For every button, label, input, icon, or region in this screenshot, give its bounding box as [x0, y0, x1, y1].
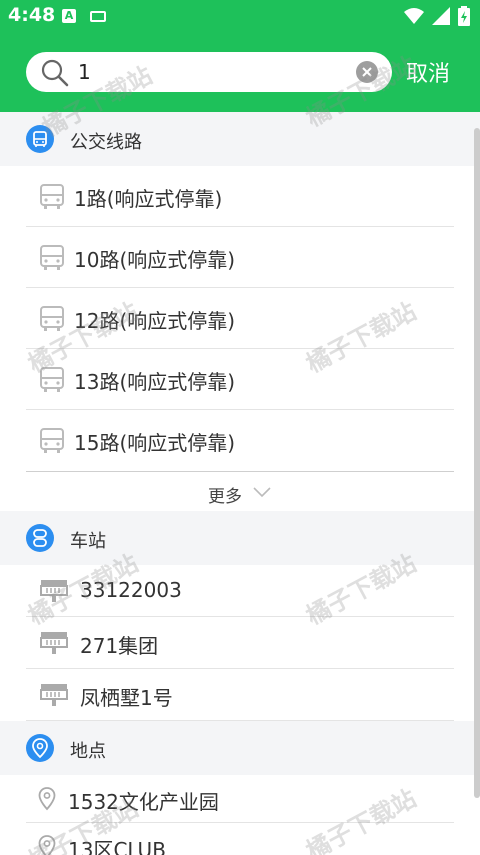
scrollbar[interactable]: [474, 128, 480, 798]
section-title: 车站: [70, 531, 106, 552]
bus-line-row[interactable]: 10路(响应式停靠): [26, 227, 454, 288]
bus-icon: [40, 428, 64, 453]
station-label: 33122003: [80, 578, 182, 602]
place-label: 13区CLUB: [68, 838, 166, 855]
bus-line-label: 12路(响应式停靠): [74, 309, 236, 333]
search-results: 公交线路 1路(响应式停靠) 10路(响应式停靠) 12路(响应式停靠) 13路…: [0, 112, 480, 855]
station-row[interactable]: 凤栖墅1号: [26, 669, 454, 721]
bus-line-label: 15路(响应式停靠): [74, 431, 236, 455]
bus-line-row[interactable]: 12路(响应式停靠): [26, 288, 454, 349]
location-pin-icon: [38, 787, 56, 811]
section-title: 地点: [70, 741, 106, 762]
place-row[interactable]: 13区CLUB: [26, 823, 454, 855]
battery-icon: [458, 6, 470, 26]
section-header-places: 地点: [0, 721, 480, 775]
bus-line-row[interactable]: 15路(响应式停靠): [26, 410, 454, 471]
section-header-stations: 车站: [0, 511, 480, 565]
status-icons: [404, 6, 470, 26]
station-sign-icon: [40, 632, 68, 654]
station-section-icon: [26, 524, 54, 552]
more-label: 更多: [208, 487, 242, 507]
bus-icon: [40, 306, 64, 331]
screen: 4:48 A 取消: [0, 0, 480, 855]
wifi-icon: [404, 8, 424, 24]
search-header: 取消: [0, 32, 480, 112]
chevron-down-icon: [253, 487, 271, 498]
bus-line-label: 1路(响应式停靠): [74, 187, 223, 211]
section-header-bus-lines: 公交线路: [0, 112, 480, 166]
station-row[interactable]: 271集团: [26, 617, 454, 669]
search-input[interactable]: [78, 56, 348, 88]
more-bus-lines-button[interactable]: 更多: [26, 471, 454, 511]
location-pin-icon: [38, 835, 56, 855]
place-label: 1532文化产业园: [68, 790, 219, 814]
station-row[interactable]: 33122003: [26, 565, 454, 617]
notification-a-icon: A: [62, 9, 76, 23]
station-label: 凤栖墅1号: [80, 686, 173, 710]
bus-line-row[interactable]: 13路(响应式停靠): [26, 349, 454, 410]
bus-icon: [40, 184, 64, 209]
station-label: 271集团: [80, 634, 159, 658]
place-row[interactable]: 1532文化产业园: [26, 775, 454, 823]
station-sign-icon: [40, 580, 68, 602]
signal-icon: [432, 7, 450, 25]
bus-section-icon: [26, 125, 54, 153]
bus-line-label: 13路(响应式停靠): [74, 370, 236, 394]
bus-icon: [40, 367, 64, 392]
bus-line-label: 10路(响应式停靠): [74, 248, 236, 272]
bus-line-row[interactable]: 1路(响应式停靠): [26, 166, 454, 227]
clear-icon[interactable]: [356, 61, 378, 83]
keyboard-icon: [90, 11, 106, 22]
section-title: 公交线路: [70, 132, 142, 153]
station-sign-icon: [40, 684, 68, 706]
search-box[interactable]: [26, 52, 392, 92]
status-bar: 4:48 A: [0, 0, 480, 32]
status-time: 4:48: [8, 4, 56, 26]
bus-icon: [40, 245, 64, 270]
search-icon: [41, 59, 69, 87]
cancel-button[interactable]: 取消: [406, 56, 450, 88]
location-section-icon: [26, 734, 54, 762]
